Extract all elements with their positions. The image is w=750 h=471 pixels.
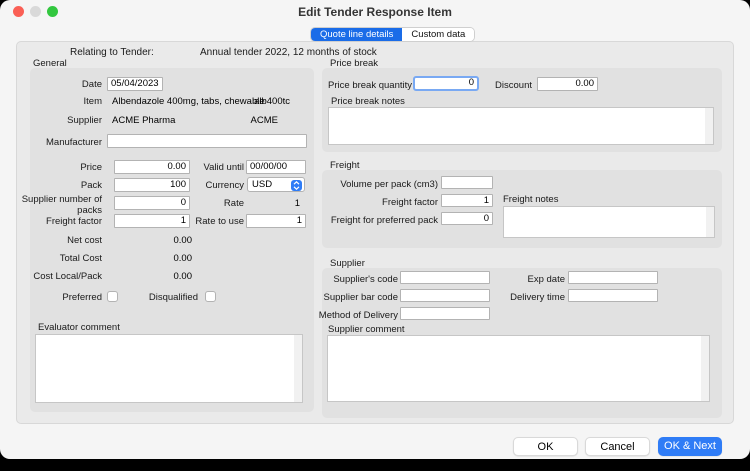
date-field[interactable]: 05/04/2023 — [107, 77, 163, 91]
ok-button[interactable]: OK — [513, 437, 578, 456]
supplier-comment-label: Supplier comment — [328, 324, 405, 335]
supplier-bar-code-label: Supplier bar code — [312, 292, 398, 303]
cost-local-pack-value: 0.00 — [130, 271, 192, 282]
currency-label: Currency — [172, 180, 244, 191]
valid-until-label: Valid until — [172, 162, 244, 173]
popup-stepper-icon — [291, 180, 302, 191]
relating-to-tender-label: Relating to Tender: — [70, 47, 154, 58]
freight-notes-label: Freight notes — [503, 194, 558, 205]
delivery-time-field[interactable] — [568, 289, 658, 302]
cost-local-pack-label: Cost Local/Pack — [14, 271, 102, 282]
method-of-delivery-field[interactable] — [400, 307, 490, 320]
item-code-value: alb400tc — [230, 96, 290, 107]
tab-bar: Quote line details Custom data — [310, 27, 475, 42]
total-cost-label: Total Cost — [14, 253, 102, 264]
manufacturer-label: Manufacturer — [14, 137, 102, 148]
preferred-label: Preferred — [14, 292, 102, 303]
volume-per-pack-label: Volume per pack (cm3) — [326, 179, 438, 190]
price-break-quantity-label: Price break quantity — [320, 80, 412, 91]
window-title: Edit Tender Response Item — [0, 5, 750, 19]
disqualified-checkbox[interactable] — [205, 291, 216, 302]
date-label: Date — [14, 79, 102, 90]
total-cost-value: 0.00 — [130, 253, 192, 264]
exp-date-label: Exp date — [495, 274, 565, 285]
suppliers-code-field[interactable] — [400, 271, 490, 284]
cancel-button[interactable]: Cancel — [585, 437, 650, 456]
supplier-label: Supplier — [14, 115, 102, 126]
rate-to-use-label: Rate to use — [160, 216, 244, 227]
freight-preferred-pack-label: Freight for preferred pack — [326, 215, 438, 226]
freight-notes-field[interactable] — [503, 206, 715, 238]
suppliers-code-label: Supplier's code — [312, 274, 398, 285]
currency-selected-value: USD — [252, 179, 272, 190]
disqualified-label: Disqualified — [130, 292, 198, 303]
tab-custom-data[interactable]: Custom data — [402, 28, 474, 41]
delivery-time-label: Delivery time — [495, 292, 565, 303]
evaluator-comment-field[interactable] — [35, 334, 303, 403]
supplier-bar-code-field[interactable] — [400, 289, 490, 302]
valid-until-field[interactable]: 00/00/00 — [246, 160, 306, 174]
supplier-value: ACME Pharma — [112, 115, 175, 126]
dialog-window: Edit Tender Response Item Quote line det… — [0, 0, 750, 459]
price-break-notes-label: Price break notes — [331, 96, 405, 107]
freight-freight-factor-field[interactable]: 1 — [441, 194, 493, 207]
supplier-comment-field[interactable] — [327, 335, 710, 402]
price-label: Price — [14, 162, 102, 173]
item-label: Item — [14, 96, 102, 107]
net-cost-value: 0.00 — [130, 235, 192, 246]
supplier-packs-label: Supplier number of packs — [14, 194, 102, 216]
price-break-notes-field[interactable] — [328, 107, 714, 145]
exp-date-field[interactable] — [568, 271, 658, 284]
relating-to-tender-value: Annual tender 2022, 12 months of stock — [200, 47, 377, 58]
price-break-quantity-field[interactable]: 0 — [413, 76, 479, 91]
supplier-code-value: ACME — [230, 115, 278, 126]
method-of-delivery-label: Method of Delivery — [310, 310, 398, 321]
discount-label: Discount — [488, 80, 532, 91]
ok-and-next-button[interactable]: OK & Next — [658, 437, 722, 456]
freight-factor-label: Freight factor — [14, 216, 102, 227]
manufacturer-field[interactable] — [107, 134, 307, 148]
rate-label: Rate — [172, 198, 244, 209]
freight-freight-factor-label: Freight factor — [326, 197, 438, 208]
evaluator-comment-label: Evaluator comment — [38, 322, 120, 333]
preferred-checkbox[interactable] — [107, 291, 118, 302]
currency-select[interactable]: USD — [247, 177, 305, 192]
pack-label: Pack — [14, 180, 102, 191]
discount-field[interactable]: 0.00 — [537, 77, 598, 91]
net-cost-label: Net cost — [14, 235, 102, 246]
rate-to-use-field[interactable]: 1 — [246, 214, 306, 228]
screen: { "colors": { "accent_blue": "#2f7cf6", … — [0, 0, 750, 471]
rate-value: 1 — [240, 198, 300, 209]
tab-quote-line-details[interactable]: Quote line details — [311, 28, 402, 41]
freight-preferred-pack-field[interactable]: 0 — [441, 212, 493, 225]
volume-per-pack-field[interactable] — [441, 176, 493, 189]
